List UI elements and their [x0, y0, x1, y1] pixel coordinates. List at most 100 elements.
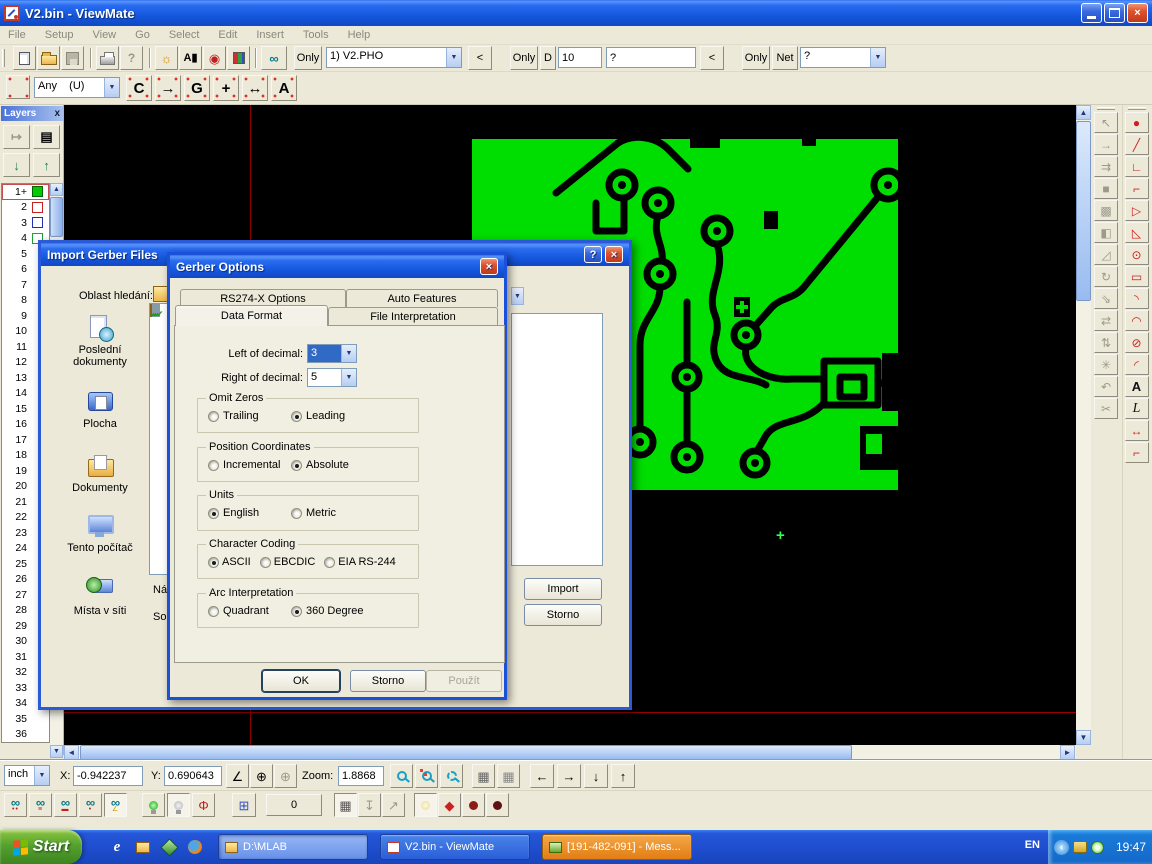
horizontal-scrollbar-thumb[interactable]: [80, 745, 852, 760]
radio-360-degree[interactable]: [291, 606, 302, 617]
net-prefix-button[interactable]: Net: [772, 46, 798, 70]
place-documents[interactable]: Dokumenty: [53, 453, 147, 494]
operations-tool-button[interactable]: ✳: [1094, 354, 1118, 375]
dcode-prefix-button[interactable]: D: [540, 46, 556, 70]
menu-item[interactable]: Edit: [218, 29, 237, 41]
layer-color-swatch[interactable]: [32, 202, 43, 213]
tab-file-interpretation[interactable]: File Interpretation: [328, 307, 498, 325]
view-traces-button[interactable]: ∞≡: [29, 793, 52, 817]
prev-layer-button[interactable]: <: [468, 46, 492, 70]
quicklaunch-ie-icon[interactable]: e: [108, 838, 126, 856]
circle-aperture-button[interactable]: C: [126, 75, 152, 101]
menu-item[interactable]: Tools: [303, 29, 329, 41]
apply-button[interactable]: Použít: [426, 670, 502, 692]
aperture-filter-button[interactable]: [6, 75, 30, 99]
curve-tool-button[interactable]: ◠: [1125, 310, 1149, 331]
move-layer-down-button[interactable]: ↓: [3, 153, 30, 177]
radio-quadrant[interactable]: [208, 606, 219, 617]
menu-item[interactable]: Setup: [45, 29, 74, 41]
shear-tool-button[interactable]: ◿: [1094, 244, 1118, 265]
select-tool-button[interactable]: ↖: [1094, 112, 1118, 133]
layer-row[interactable]: 1+: [2, 184, 49, 200]
layers-panel-close-icon[interactable]: x: [54, 108, 60, 119]
scale-tool-button[interactable]: ⇘: [1094, 288, 1118, 309]
dcode-input[interactable]: [558, 47, 602, 68]
language-indicator[interactable]: EN: [1025, 839, 1040, 851]
arc-tool-button[interactable]: ◝: [1125, 288, 1149, 309]
rotate-tool-button[interactable]: ↻: [1094, 266, 1118, 287]
text-tool-button[interactable]: A: [1125, 376, 1149, 397]
scroll-right-icon[interactable]: ►: [1060, 745, 1075, 760]
radio-ascii[interactable]: [208, 557, 219, 568]
place-desktop[interactable]: Plocha: [53, 389, 147, 430]
x-coordinate-input[interactable]: [73, 766, 143, 786]
taskbar-task-viewmate[interactable]: V2.bin - ViewMate: [380, 834, 530, 860]
relative-origin-button[interactable]: ⊕: [274, 764, 297, 788]
aperture-info-button[interactable]: A▮: [179, 46, 202, 70]
scroll-down-icon[interactable]: ▼: [1076, 730, 1091, 745]
tray-messenger-icon[interactable]: [1073, 841, 1087, 853]
radio-incremental[interactable]: [208, 460, 219, 471]
fill-rect-tool-button[interactable]: ■: [1094, 178, 1118, 199]
menu-item[interactable]: File: [8, 29, 26, 41]
dcode-filter-input[interactable]: [606, 47, 696, 68]
print-button[interactable]: [96, 46, 119, 70]
place-my-computer[interactable]: Tento počítač: [53, 513, 147, 554]
grid-toggle-button[interactable]: ▦: [497, 764, 520, 788]
bracket-tool-button[interactable]: ⌐: [1125, 178, 1149, 199]
pan-up-button[interactable]: ↑: [611, 764, 635, 788]
aperture-type-combo[interactable]: Any (U): [34, 77, 120, 98]
cut-tool-button[interactable]: ✂: [1094, 398, 1118, 419]
radio-english[interactable]: [208, 508, 219, 519]
dcode-button[interactable]: ◉: [203, 46, 226, 70]
layer-color-swatch[interactable]: [32, 186, 43, 197]
mirror-tool-button[interactable]: ◧: [1094, 222, 1118, 243]
vertical-scrollbar[interactable]: ▲ ▼: [1076, 105, 1091, 745]
radio-trailing[interactable]: [208, 411, 219, 422]
aperture-type-dropdown-icon[interactable]: [104, 78, 119, 97]
units-combo[interactable]: inch: [4, 765, 50, 786]
place-network[interactable]: Místa v síti: [53, 576, 147, 617]
dropdown-icon[interactable]: [341, 345, 356, 362]
layer-row[interactable]: 2: [2, 200, 49, 216]
move-item-tool-button[interactable]: →: [1094, 134, 1118, 155]
only-dcode-button[interactable]: Only: [510, 46, 538, 70]
y-coordinate-input[interactable]: [164, 766, 222, 786]
scroll-up-icon[interactable]: ▲: [1076, 105, 1091, 120]
layer-color-swatch[interactable]: [32, 217, 43, 228]
radio-leading[interactable]: [291, 411, 302, 422]
zoom-input[interactable]: [338, 766, 384, 786]
draw-mode-dark-button[interactable]: [462, 793, 485, 817]
triangle-tool-button[interactable]: ◺: [1125, 222, 1149, 243]
zoom-tool-button[interactable]: [390, 764, 413, 788]
menu-item[interactable]: Insert: [256, 29, 284, 41]
zoom-selection-button[interactable]: [440, 764, 463, 788]
toolbar-grip[interactable]: [1097, 107, 1115, 110]
radio-eia-rs244[interactable]: [324, 557, 335, 568]
left-of-decimal-combo[interactable]: 3: [307, 344, 357, 363]
layers-table-button[interactable]: ▤: [33, 125, 60, 149]
pad-tool-button[interactable]: ●: [1125, 112, 1149, 133]
view-points-button[interactable]: ∞•: [79, 793, 102, 817]
scrollbar-thumb[interactable]: [50, 197, 63, 237]
radio-metric[interactable]: [291, 508, 302, 519]
view-pads-button[interactable]: ∞▬: [54, 793, 77, 817]
menu-item[interactable]: View: [92, 29, 116, 41]
spline-tool-button[interactable]: ◜: [1125, 354, 1149, 375]
angle-measure-button[interactable]: ∠: [226, 764, 249, 788]
dock-layers-button[interactable]: ↦: [3, 125, 30, 149]
dialog-close-button[interactable]: ×: [480, 258, 498, 275]
scroll-left-icon[interactable]: ◄: [64, 745, 79, 760]
radio-absolute[interactable]: [291, 460, 302, 471]
chain-tool-button[interactable]: ▷: [1125, 200, 1149, 221]
hide-icons-chevron-icon[interactable]: ‹: [1054, 840, 1069, 855]
rectangle-tool-button[interactable]: ▭: [1125, 266, 1149, 287]
pan-right-button[interactable]: →: [557, 764, 581, 788]
scroll-up-icon[interactable]: ▲: [50, 183, 63, 196]
pan-down-button[interactable]: ↓: [584, 764, 608, 788]
cancel-button[interactable]: Storno: [350, 670, 426, 692]
tile-windows-button[interactable]: ⊞: [232, 793, 256, 817]
dimension-tool-button[interactable]: ↔: [1125, 420, 1149, 441]
ellipse-tool-button[interactable]: ⊘: [1125, 332, 1149, 353]
view-objects-button[interactable]: ∞••: [4, 793, 27, 817]
